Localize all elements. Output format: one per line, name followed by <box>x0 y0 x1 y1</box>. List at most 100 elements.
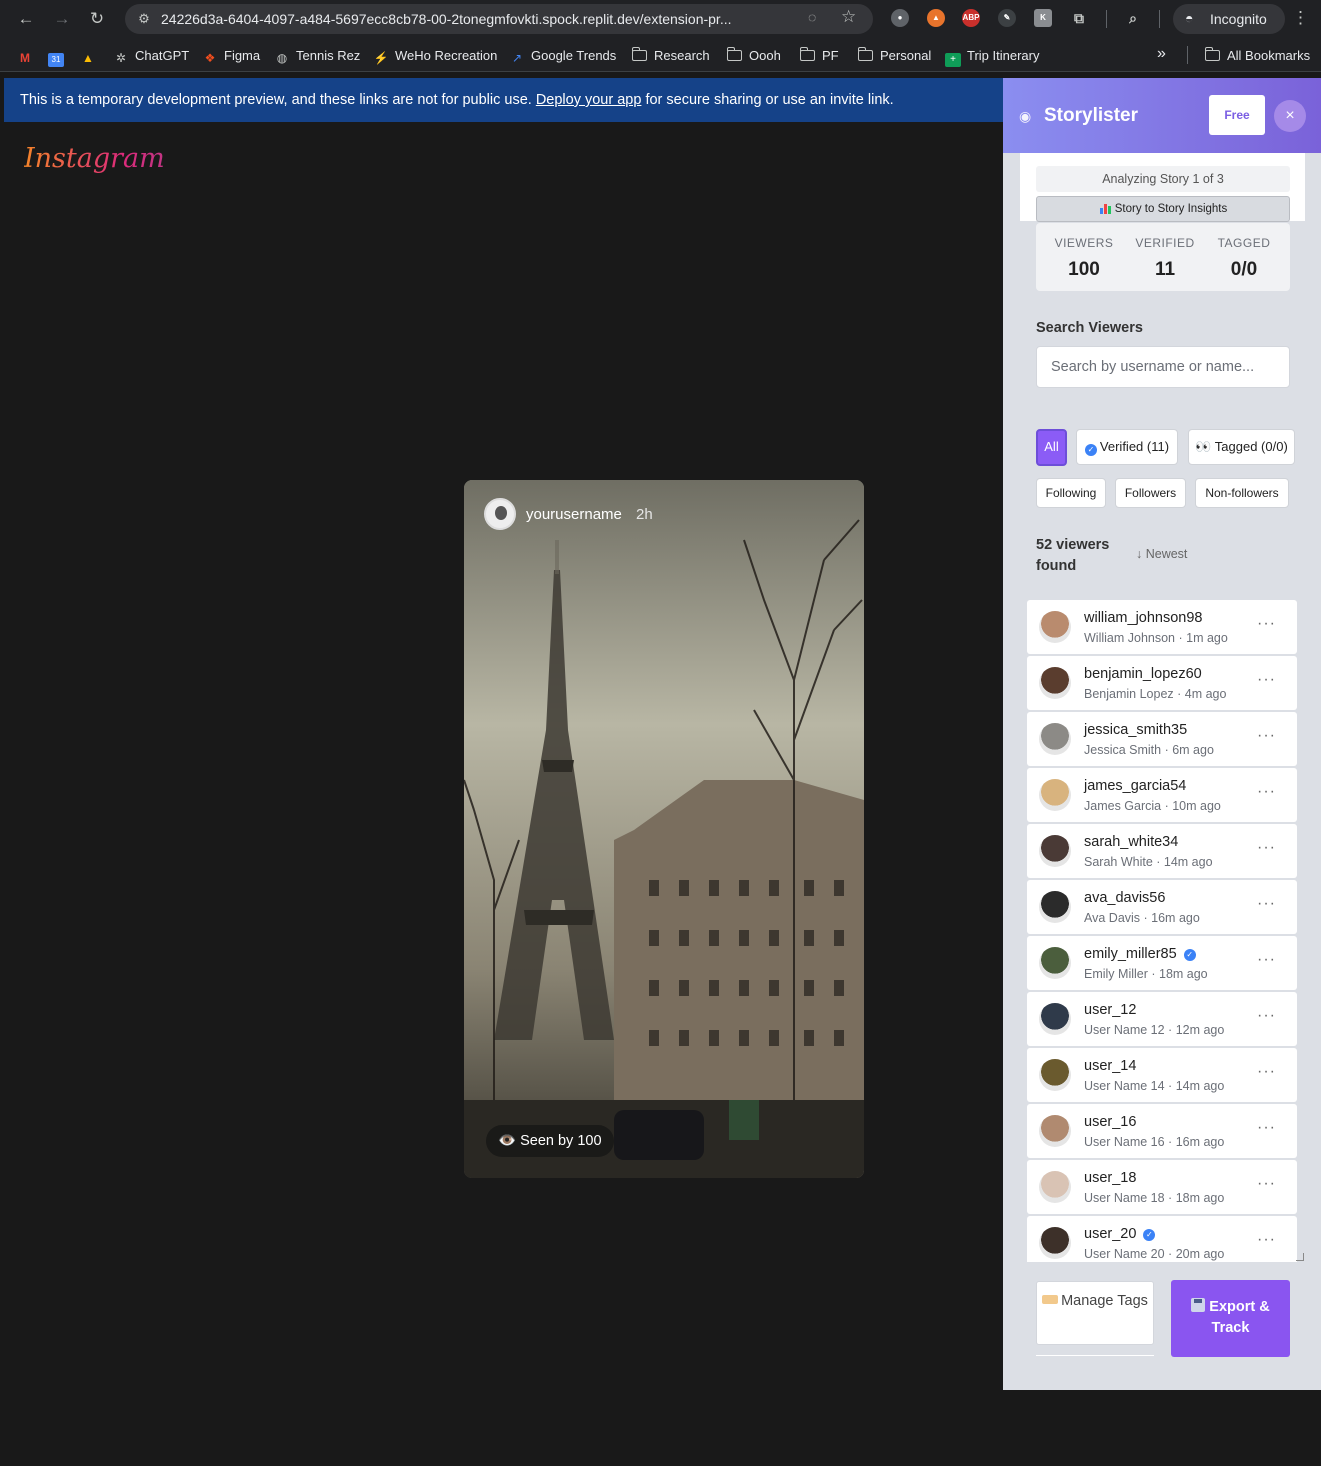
viewer-avatar[interactable] <box>1039 723 1071 755</box>
filter-non-followers-button[interactable]: Non-followers <box>1195 478 1289 508</box>
story-insights-button[interactable]: Story to Story Insights <box>1036 196 1290 222</box>
address-bar[interactable]: ⚙ 24226d3a-6404-4097-a484-5697ecc8cb78-0… <box>125 4 873 34</box>
viewer-username[interactable]: james_garcia54 <box>1084 778 1186 794</box>
password-extension-icon[interactable]: ● <box>891 9 909 27</box>
viewer-username[interactable]: jessica_smith35 <box>1084 722 1187 738</box>
bookmark-tennis-rez[interactable]: ◍ Tennis Rez <box>274 47 361 65</box>
bookmark-weho[interactable]: ⚡ WeHo Recreation <box>373 47 498 65</box>
more-options-icon[interactable]: ··· <box>1257 839 1276 857</box>
forward-icon[interactable]: → <box>51 8 73 30</box>
viewer-username[interactable]: user_12 <box>1084 1002 1136 1018</box>
deploy-link[interactable]: Deploy your app <box>536 92 642 108</box>
story-viewer[interactable]: yourusername 2h 👁️ Seen by 100 <box>464 480 864 1178</box>
bookmark-figma[interactable]: ❖ Figma <box>202 47 261 65</box>
manage-tags-button[interactable]: Manage Tags <box>1036 1281 1154 1345</box>
back-icon[interactable]: ← <box>15 8 37 30</box>
search-viewers-input[interactable] <box>1036 346 1290 388</box>
bookmark-chatgpt[interactable]: ✲ ChatGPT <box>113 47 189 65</box>
more-options-icon[interactable]: ··· <box>1257 727 1276 745</box>
more-options-icon[interactable]: ··· <box>1257 895 1276 913</box>
more-options-icon[interactable]: ··· <box>1257 783 1276 801</box>
bookmark-calendar[interactable]: 31 <box>48 47 70 67</box>
adblock-extension-icon[interactable]: ABP <box>962 9 980 27</box>
viewer-avatar[interactable] <box>1039 667 1071 699</box>
viewer-username[interactable]: william_johnson98 <box>1084 610 1203 626</box>
extensions-puzzle-icon[interactable]: ⧉ <box>1070 9 1088 27</box>
more-options-icon[interactable]: ··· <box>1257 1119 1276 1137</box>
viewer-avatar[interactable] <box>1039 1227 1071 1259</box>
more-options-icon[interactable]: ··· <box>1257 1175 1276 1193</box>
incognito-badge[interactable]: ◓ Incognito <box>1173 4 1285 34</box>
pen-extension-icon[interactable]: ✎ <box>998 9 1016 27</box>
export-track-button[interactable]: Export & Track <box>1171 1280 1290 1357</box>
viewer-row[interactable]: benjamin_lopez60 Benjamin Lopez · 4m ago ·… <box>1027 656 1297 710</box>
viewer-username[interactable]: user_14 <box>1084 1058 1136 1074</box>
viewer-row[interactable]: william_johnson98 William Johnson · 1m ag… <box>1027 600 1297 654</box>
bookmark-star-icon[interactable]: ☆ <box>841 7 856 27</box>
viewer-row[interactable]: james_garcia54 James Garcia · 10m ago ··· <box>1027 768 1297 822</box>
browser-menu-icon[interactable]: ⋮ <box>1292 8 1309 28</box>
story-avatar[interactable] <box>484 498 516 530</box>
filter-following-button[interactable]: Following <box>1036 478 1106 508</box>
viewer-username[interactable]: emily_miller85 ✓ <box>1084 946 1196 962</box>
bookmark-trip-itinerary[interactable]: + Trip Itinerary <box>945 47 1039 67</box>
url-text[interactable]: 24226d3a-6404-4097-a484-5697ecc8cb78-00-… <box>161 11 801 27</box>
viewer-row[interactable]: user_20 ✓ User Name 20 · 20m ago ··· <box>1027 1216 1297 1262</box>
more-options-icon[interactable]: ··· <box>1257 671 1276 689</box>
more-options-icon[interactable]: ··· <box>1257 1231 1276 1249</box>
viewer-avatar[interactable] <box>1039 779 1071 811</box>
viewer-username[interactable]: user_18 <box>1084 1170 1136 1186</box>
viewer-avatar[interactable] <box>1039 1003 1071 1035</box>
all-bookmarks[interactable]: All Bookmarks <box>1204 47 1310 65</box>
reload-icon[interactable]: ↻ <box>86 8 108 30</box>
k-extension-icon[interactable]: K <box>1034 9 1052 27</box>
story-username[interactable]: yourusername <box>526 506 622 523</box>
viewer-username[interactable]: user_20 ✓ <box>1084 1226 1156 1242</box>
filter-verified-button[interactable]: ✓ Verified (11) <box>1076 429 1178 465</box>
more-options-icon[interactable]: ··· <box>1257 951 1276 969</box>
viewer-avatar[interactable] <box>1039 611 1071 643</box>
free-plan-button[interactable]: Free <box>1209 95 1265 135</box>
bookmark-drive[interactable]: ▲ <box>80 47 102 65</box>
viewer-row[interactable]: ava_davis56 Ava Davis · 16m ago ··· <box>1027 880 1297 934</box>
viewer-avatar[interactable] <box>1039 835 1071 867</box>
more-options-icon[interactable]: ··· <box>1257 1007 1276 1025</box>
bookmark-folder-oooh[interactable]: Oooh <box>726 47 781 65</box>
bookmark-folder-pf[interactable]: PF <box>799 47 839 65</box>
viewer-username[interactable]: ava_davis56 <box>1084 890 1165 906</box>
viewer-username[interactable]: sarah_white34 <box>1084 834 1178 850</box>
eye-off-icon[interactable]: ◌ <box>808 9 816 25</box>
more-options-icon[interactable]: ··· <box>1257 1063 1276 1081</box>
more-options-icon[interactable]: ··· <box>1257 615 1276 633</box>
viewer-row[interactable]: sarah_white34 Sarah White · 14m ago ··· <box>1027 824 1297 878</box>
viewer-row[interactable]: user_14 User Name 14 · 14m ago ··· <box>1027 1048 1297 1102</box>
filter-all-button[interactable]: All <box>1036 429 1067 466</box>
seen-by-button[interactable]: 👁️ Seen by 100 <box>486 1125 614 1157</box>
viewer-avatar[interactable] <box>1039 1059 1071 1091</box>
viewer-row[interactable]: jessica_smith35 Jessica Smith · 6m ago ··· <box>1027 712 1297 766</box>
viewer-row[interactable]: user_16 User Name 16 · 16m ago ··· <box>1027 1104 1297 1158</box>
bookmarks-overflow-icon[interactable]: » <box>1157 45 1166 63</box>
viewer-avatar[interactable] <box>1039 891 1071 923</box>
close-panel-button[interactable]: × <box>1274 100 1306 132</box>
viewer-avatar[interactable] <box>1039 1115 1071 1147</box>
viewer-list[interactable]: william_johnson98 William Johnson · 1m ag… <box>1027 600 1301 1262</box>
filter-followers-button[interactable]: Followers <box>1115 478 1186 508</box>
viewer-avatar[interactable] <box>1039 1171 1071 1203</box>
filter-tagged-button[interactable]: 👀 Tagged (0/0) <box>1188 429 1295 465</box>
fox-extension-icon[interactable]: ▲ <box>927 9 945 27</box>
viewer-row[interactable]: user_12 User Name 12 · 12m ago ··· <box>1027 992 1297 1046</box>
viewer-avatar[interactable] <box>1039 947 1071 979</box>
viewer-row[interactable]: emily_miller85 ✓ Emily Miller · 18m ago ··· <box>1027 936 1297 990</box>
bookmark-gmail[interactable]: M <box>17 47 39 65</box>
sort-newest-button[interactable]: ↓ Newest <box>1136 547 1187 561</box>
site-settings-icon[interactable]: ⚙ <box>134 9 154 29</box>
instagram-logo[interactable]: Instagram <box>24 143 165 174</box>
bookmark-folder-personal[interactable]: Personal <box>857 47 931 65</box>
resize-handle[interactable] <box>1296 1253 1304 1261</box>
viewer-row[interactable]: user_18 User Name 18 · 18m ago ··· <box>1027 1160 1297 1214</box>
bookmark-folder-research[interactable]: Research <box>631 47 710 65</box>
viewer-username[interactable]: benjamin_lopez60 <box>1084 666 1202 682</box>
bookmark-google-trends[interactable]: ↗ Google Trends <box>509 47 616 65</box>
viewer-username[interactable]: user_16 <box>1084 1114 1136 1130</box>
